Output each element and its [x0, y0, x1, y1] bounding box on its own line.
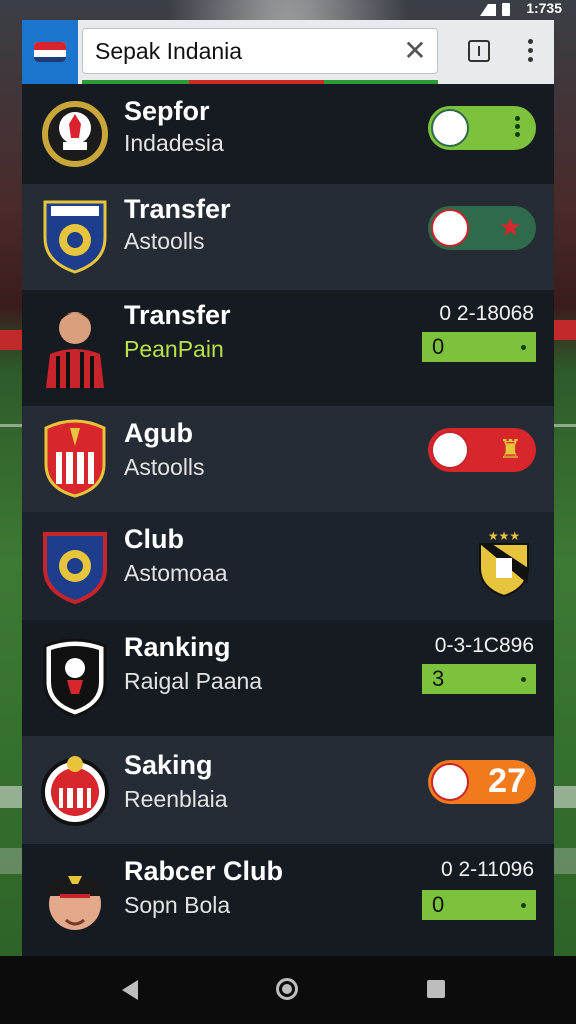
list-item[interactable]: Agub Astoolls ♜: [22, 406, 554, 512]
dot-icon: [521, 677, 526, 682]
recent-apps-icon[interactable]: [427, 980, 445, 998]
team-badge-icon: [431, 109, 469, 147]
row-title: Rabcer Club: [124, 856, 284, 886]
dot-icon: [521, 903, 526, 908]
list-item[interactable]: Sepfor Indadesia: [22, 84, 554, 184]
team-badge-icon: [431, 431, 469, 469]
row-subtitle: Raigal Paana: [124, 668, 263, 694]
match-score: 0-3-1C896: [434, 634, 534, 657]
list-item[interactable]: Transfer PeanPain 0 2-18068 0: [22, 290, 554, 406]
score-bar[interactable]: 3: [422, 664, 536, 694]
action-pill[interactable]: ★: [428, 206, 536, 250]
score-bar[interactable]: 0: [422, 332, 536, 362]
score-bar[interactable]: 0: [422, 890, 536, 920]
row-subtitle: Sopn Bola: [124, 892, 231, 918]
row-title: Agub: [124, 418, 193, 448]
club-badge-icon: [36, 418, 114, 498]
team-badge-icon: [431, 209, 469, 247]
list-item[interactable]: Club Astomoaa ★★★: [22, 512, 554, 620]
battery-icon: [502, 3, 510, 16]
row-subtitle: Astoolls: [124, 454, 205, 480]
club-badge-icon: [36, 196, 114, 276]
trophy-icon[interactable]: ♜: [499, 436, 522, 462]
status-bar: 1:735: [0, 0, 576, 20]
status-time: 1:735: [526, 0, 562, 16]
row-subtitle: Astomoaa: [124, 560, 228, 586]
row-title: Ranking: [124, 632, 231, 662]
row-subtitle: Astoolls: [124, 228, 205, 254]
club-badge-icon: [36, 750, 114, 830]
row-title: Transfer: [124, 194, 231, 224]
row-subtitle: Indadesia: [124, 130, 224, 156]
club-badge-icon: [36, 526, 114, 606]
search-query: Sepak Indania: [95, 37, 243, 64]
app-window: Sepak Indania ✕ Sepfor Indadesia Transfe…: [22, 20, 554, 956]
search-input[interactable]: Sepak Indania ✕: [82, 28, 438, 74]
row-title: Club: [124, 524, 184, 554]
row-title: Saking: [124, 750, 213, 780]
ad-board: [0, 330, 22, 350]
ad-board: [554, 320, 576, 340]
badge-count: 27: [488, 762, 526, 800]
match-score: 0 2-18068: [439, 302, 534, 325]
dot-icon: [521, 345, 526, 350]
match-score: 0 2-11096: [440, 858, 534, 881]
action-pill[interactable]: 27: [428, 760, 536, 804]
tabs-icon[interactable]: [468, 40, 490, 62]
app-bar: Sepak Indania ✕: [22, 20, 554, 84]
row-subtitle: Reenblaia: [124, 786, 228, 812]
player-avatar: [36, 306, 114, 388]
bar-value: 3: [432, 666, 445, 691]
player-avatar: [36, 860, 114, 940]
signal-icon: [480, 4, 496, 16]
kebab-menu-icon[interactable]: [520, 36, 540, 66]
list-item[interactable]: Ranking Raigal Paana 0-3-1C896 3: [22, 620, 554, 736]
action-pill[interactable]: [428, 106, 536, 150]
bar-value: 0: [432, 892, 445, 917]
list-item[interactable]: Rabcer Club Sopn Bola 0 2-11096 0: [22, 844, 554, 956]
list-item[interactable]: Saking Reenblaia 27: [22, 736, 554, 844]
row-subtitle: PeanPain: [124, 336, 224, 362]
close-icon[interactable]: ✕: [401, 37, 429, 65]
action-pill[interactable]: ♜: [428, 428, 536, 472]
row-title: Sepfor: [124, 96, 210, 126]
club-badge-icon: [36, 94, 114, 174]
svg-text:★★★: ★★★: [488, 529, 520, 543]
row-title: Transfer: [124, 300, 231, 330]
club-badge-icon: [36, 638, 114, 718]
system-nav-bar: [0, 956, 576, 1024]
team-badge-icon: [431, 763, 469, 801]
bar-value: 0: [432, 334, 445, 359]
flag-icon: [34, 42, 66, 62]
list-item[interactable]: Transfer Astoolls ★: [22, 184, 554, 290]
back-icon[interactable]: [122, 980, 138, 1000]
kebab-icon[interactable]: [515, 116, 520, 140]
home-icon[interactable]: [276, 978, 298, 1000]
app-logo[interactable]: [22, 20, 78, 84]
star-icon[interactable]: ★: [499, 214, 522, 240]
crest-icon[interactable]: ★★★: [476, 528, 532, 603]
